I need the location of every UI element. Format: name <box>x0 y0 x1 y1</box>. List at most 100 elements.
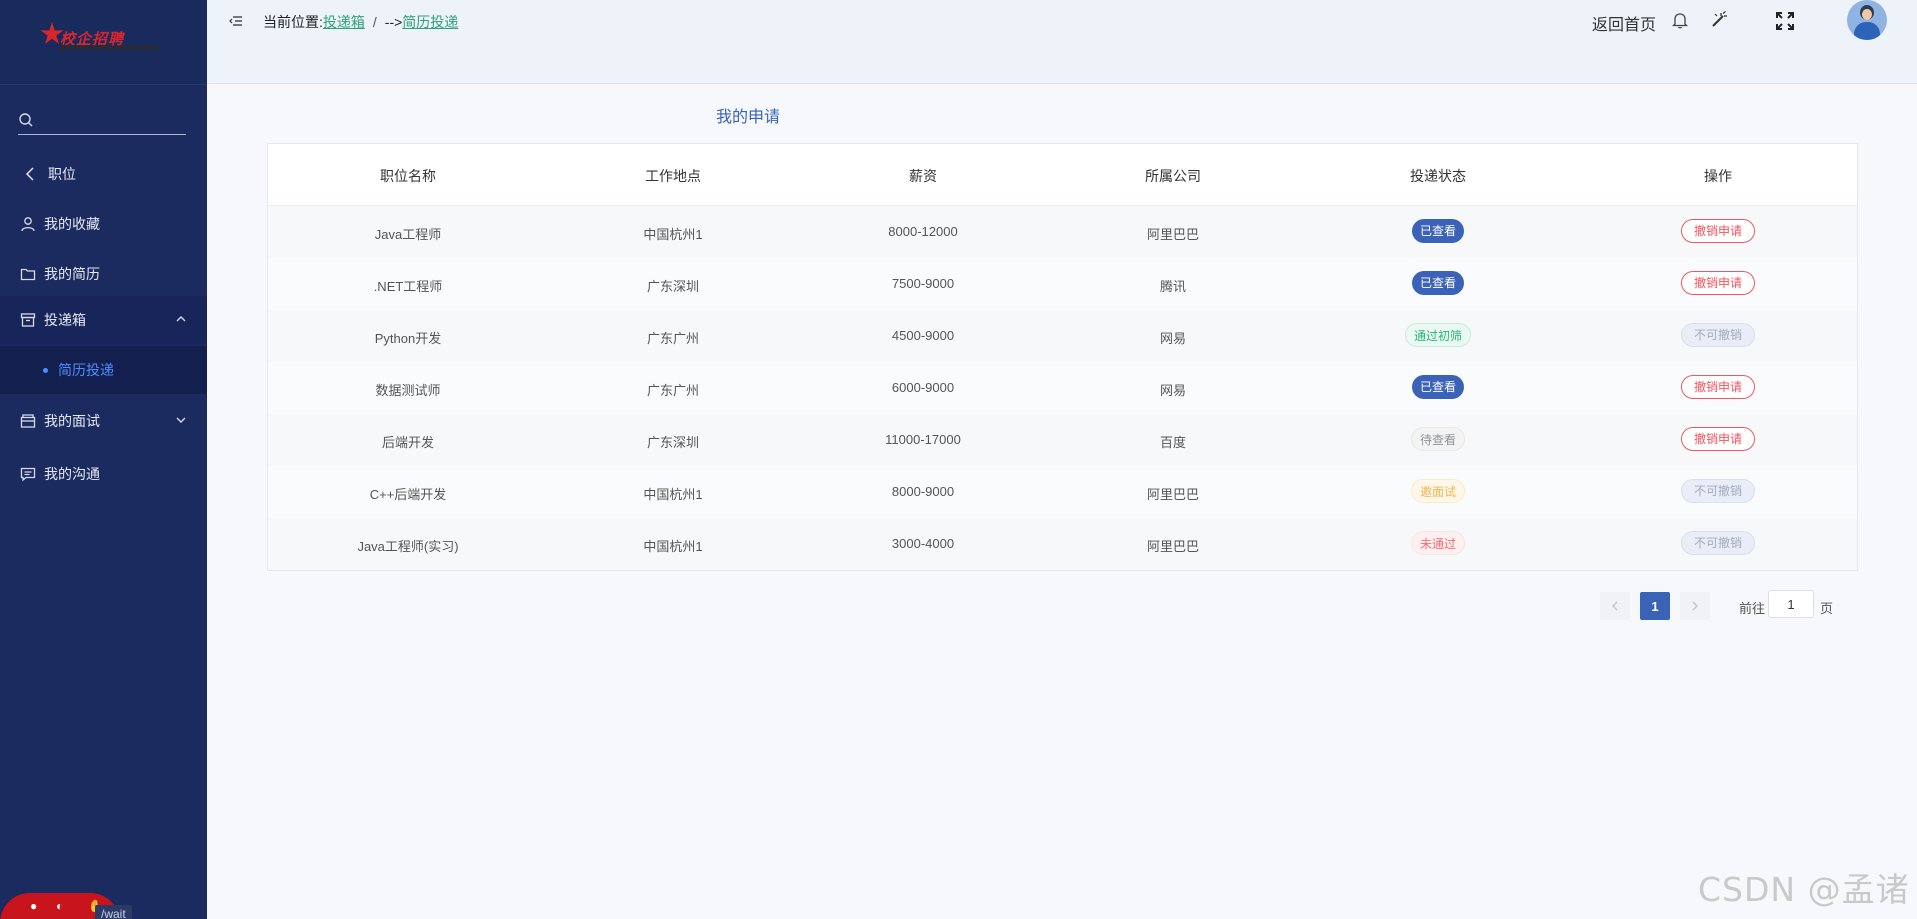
cell-location: 广东广州 <box>646 331 700 346</box>
not-revocable-button[interactable]: 不可撤销 <box>1680 323 1756 347</box>
column-header-location: 工作地点 <box>645 168 701 184</box>
chat-icon <box>20 466 36 482</box>
status-badge: 邀面试 <box>1410 479 1466 503</box>
page-number-button[interactable]: 1 <box>1640 592 1670 620</box>
inbox-icon <box>20 312 36 328</box>
sidebar-item-label: 简历投递 <box>58 362 114 378</box>
goto-page-input[interactable] <box>1768 590 1814 618</box>
folder-icon <box>20 266 36 282</box>
not-revocable-button[interactable]: 不可撤销 <box>1680 531 1756 555</box>
back-home-link[interactable]: 返回首页 <box>1592 11 1656 35</box>
cell-company: 百度 <box>1159 435 1187 450</box>
status-badge: 已查看 <box>1411 375 1465 399</box>
breadcrumb-arrow: --> <box>384 14 403 30</box>
sidebar-back-jobs[interactable]: 职位 <box>0 150 207 198</box>
table-row: Java工程师(实习) 中国杭州1 3000-4000 阿里巴巴 未通过 不可撤销 <box>268 518 1857 570</box>
table-header: 职位名称 工作地点 薪资 所属公司 投递状态 操作 <box>268 144 1857 206</box>
status-badge: 已查看 <box>1411 219 1465 243</box>
cell-salary: 3000-4000 <box>891 536 955 551</box>
column-header-salary: 薪资 <box>909 168 937 184</box>
avatar-body <box>1854 22 1880 40</box>
page-title: 我的申请 <box>716 109 781 126</box>
table-row: .NET工程师 广东深圳 7500-9000 腾讯 已查看 撤销申请 <box>268 258 1857 310</box>
logo-subtitle-strip <box>60 45 158 50</box>
cell-location: 广东深圳 <box>646 279 700 294</box>
cell-company: 阿里巴巴 <box>1146 539 1200 554</box>
prev-page-button[interactable] <box>1600 592 1630 620</box>
sidebar-item-resume[interactable]: 我的简历 <box>0 250 207 298</box>
revoke-application-button[interactable]: 撤销申请 <box>1680 375 1756 399</box>
bell-icon[interactable] <box>1672 11 1688 29</box>
cell-location: 广东深圳 <box>646 435 700 450</box>
magic-wand-icon[interactable] <box>1710 11 1728 29</box>
sidebar-item-interviews[interactable]: 我的面试 <box>0 397 207 445</box>
cell-salary: 4500-9000 <box>891 328 955 343</box>
column-header-action: 操作 <box>1704 168 1732 184</box>
chevron-left-icon <box>1612 601 1618 611</box>
sidebar-item-chat[interactable]: 我的沟通 <box>0 450 207 498</box>
cell-company: 网易 <box>1159 383 1187 398</box>
dot-icon <box>43 367 48 373</box>
status-url-tag: /wait <box>95 905 132 919</box>
column-header-status: 投递状态 <box>1410 168 1466 184</box>
cell-location: 中国杭州1 <box>643 539 703 554</box>
chevron-left-icon <box>22 166 38 182</box>
table-row: Python开发 广东广州 4500-9000 网易 通过初筛 不可撤销 <box>268 310 1857 362</box>
sidebar-item-inbox[interactable]: 投递箱 <box>0 296 207 344</box>
next-page-button[interactable] <box>1680 592 1710 620</box>
sidebar-item-favorites[interactable]: 我的收藏 <box>0 200 207 248</box>
cell-job: Python开发 <box>374 331 442 346</box>
chevron-up-icon <box>176 316 186 322</box>
avatar[interactable] <box>1847 0 1887 40</box>
table-row: C++后端开发 中国杭州1 8000-9000 阿里巴巴 邀面试 不可撤销 <box>268 466 1857 518</box>
status-badge: 已查看 <box>1411 271 1465 295</box>
flag-crescent-icon: ◐ <box>56 899 64 913</box>
menu-fold-icon[interactable] <box>229 14 243 28</box>
cell-salary: 11000-17000 <box>885 432 961 447</box>
cell-salary: 8000-12000 <box>888 224 958 239</box>
status-badge: 未通过 <box>1410 531 1466 555</box>
search-icon <box>19 113 33 127</box>
table-row: 后端开发 广东深圳 11000-17000 百度 待查看 撤销申请 <box>268 414 1857 466</box>
cell-salary: 7500-9000 <box>891 276 955 291</box>
cell-company: 网易 <box>1159 331 1187 346</box>
cell-job: .NET工程师 <box>373 279 443 294</box>
breadcrumb-link-resume-delivery[interactable]: 简历投递 <box>402 14 458 30</box>
breadcrumb-separator: / <box>372 14 377 30</box>
fullscreen-icon[interactable] <box>1775 11 1795 31</box>
goto-prefix-label: 前往 <box>1739 601 1766 616</box>
cell-job: 数据测试师 <box>375 383 441 398</box>
sidebar-item-label: 我的收藏 <box>44 216 100 232</box>
sidebar-item-resume-delivery[interactable]: 简历投递 <box>0 346 207 394</box>
box-icon <box>20 413 36 429</box>
chevron-right-icon <box>1692 601 1698 611</box>
column-header-company: 所属公司 <box>1145 168 1201 184</box>
cell-salary: 8000-9000 <box>891 484 955 499</box>
cell-job: Java工程师 <box>374 227 442 242</box>
breadcrumb-link-inbox[interactable]: 投递箱 <box>323 14 365 30</box>
cell-job: Java工程师(实习) <box>357 539 459 554</box>
top-header: 当前位置:投递箱 / -->简历投递 返回首页 <box>207 0 1917 84</box>
column-header-job: 职位名称 <box>380 168 436 184</box>
revoke-application-button[interactable]: 撤销申请 <box>1680 427 1756 451</box>
revoke-application-button[interactable]: 撤销申请 <box>1680 219 1756 243</box>
cell-company: 阿里巴巴 <box>1146 227 1200 242</box>
breadcrumb-prefix: 当前位置: <box>263 14 323 30</box>
table-row: Java工程师 中国杭州1 8000-12000 阿里巴巴 已查看 撤销申请 <box>268 206 1857 258</box>
cell-company: 阿里巴巴 <box>1146 487 1200 502</box>
goto-suffix-label: 页 <box>1820 601 1834 616</box>
table-row: 数据测试师 广东广州 6000-9000 网易 已查看 撤销申请 <box>268 362 1857 414</box>
cell-location: 中国杭州1 <box>643 487 703 502</box>
sidebar-search-input[interactable] <box>42 110 186 132</box>
not-revocable-button[interactable]: 不可撤销 <box>1680 479 1756 503</box>
applications-table: 职位名称 工作地点 薪资 所属公司 投递状态 操作 Java工程师 中国杭州1 80… <box>267 143 1858 571</box>
sidebar-search[interactable] <box>18 106 186 135</box>
flag-emblem-icon: ● <box>30 899 38 913</box>
logo[interactable]: 校企招聘 <box>0 0 207 85</box>
cell-location: 中国杭州1 <box>643 227 703 242</box>
breadcrumb: 当前位置:投递箱 / -->简历投递 <box>263 12 458 32</box>
watermark: CSDN @孟诸 <box>1698 870 1910 909</box>
cell-salary: 6000-9000 <box>891 380 955 395</box>
revoke-application-button[interactable]: 撤销申请 <box>1680 271 1756 295</box>
cell-location: 广东广州 <box>646 383 700 398</box>
